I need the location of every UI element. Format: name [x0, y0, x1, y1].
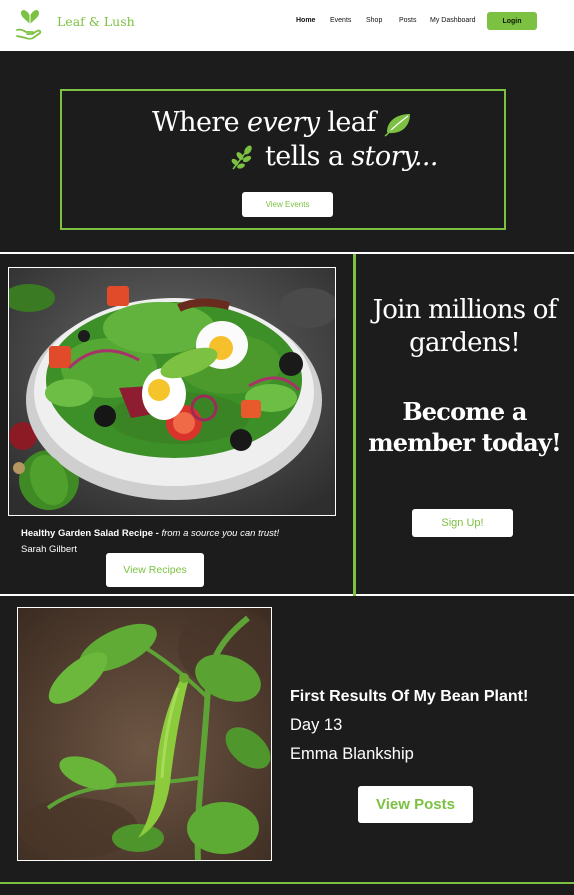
hero-section: Where every leaf tells a story... View E…	[0, 51, 574, 254]
post-author: Emma Blankship	[290, 745, 414, 763]
view-recipes-button[interactable]: View Recipes	[106, 553, 204, 587]
recipe-author: Sarah Gilbert	[21, 544, 77, 555]
post-section: First Results Of My Bean Plant! Day 13 E…	[0, 596, 574, 895]
recipe-membership-section: Healthy Garden Salad Recipe - from a sou…	[0, 254, 574, 596]
login-button[interactable]: Login	[487, 12, 537, 30]
hero-headline-line2: tells a story...	[229, 141, 438, 172]
heart-leaf-hand-icon[interactable]	[16, 8, 44, 40]
become-member-heading: Become a member today!	[368, 397, 561, 457]
brand-name[interactable]: Leaf & Lush	[57, 14, 135, 29]
nav-link-posts[interactable]: Posts	[399, 17, 417, 24]
top-nav: Leaf & Lush Home Events Shop Posts My Da…	[0, 0, 574, 51]
view-events-button[interactable]: View Events	[242, 192, 333, 217]
nav-link-events[interactable]: Events	[330, 17, 351, 24]
hero-headline-line1: Where every leaf	[152, 107, 414, 138]
join-heading: Join millions of gardens!	[372, 295, 558, 358]
leaf-icon	[384, 113, 410, 137]
post-title[interactable]: First Results Of My Bean Plant!	[290, 688, 528, 706]
post-day: Day 13	[290, 716, 343, 734]
bean-plant-photo[interactable]	[17, 607, 272, 861]
nav-link-shop[interactable]: Shop	[366, 17, 382, 24]
salad-photo[interactable]	[8, 267, 336, 516]
view-posts-button[interactable]: View Posts	[358, 786, 473, 823]
nav-link-home[interactable]: Home	[296, 17, 315, 24]
footer-divider	[0, 882, 574, 884]
sign-up-button[interactable]: Sign Up!	[412, 509, 513, 537]
nav-link-dashboard[interactable]: My Dashboard	[430, 17, 476, 24]
herb-sprig-icon	[231, 145, 252, 170]
recipe-caption: Healthy Garden Salad Recipe - from a sou…	[21, 528, 280, 539]
